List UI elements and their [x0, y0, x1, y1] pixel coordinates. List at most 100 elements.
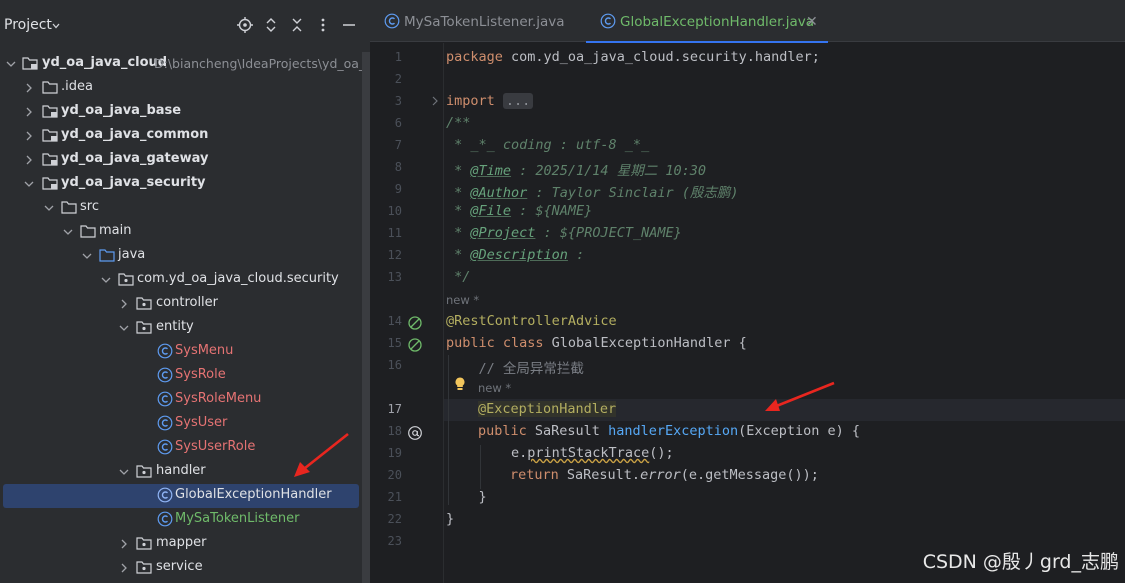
- tree-item-label: src: [80, 199, 99, 214]
- usage-hint[interactable]: new *: [446, 293, 479, 307]
- tree-item-entity[interactable]: entity: [0, 316, 362, 340]
- line-number: 19: [387, 446, 402, 460]
- tree-item-sysmenu[interactable]: SysMenu: [0, 340, 362, 364]
- package-name: com.yd_oa_java_cloud.security.handler;: [502, 49, 820, 65]
- tree-item-mysatokenlistener[interactable]: MySaTokenListener: [0, 508, 362, 532]
- line-number: 14: [387, 314, 402, 328]
- line-number: 10: [387, 204, 402, 218]
- method-call: printStackTrace: [527, 445, 650, 461]
- chevron-down-icon[interactable]: [119, 467, 129, 477]
- static-call: error: [640, 467, 681, 483]
- tree-item-service[interactable]: service: [0, 556, 362, 580]
- class-icon: [157, 415, 173, 431]
- class-icon: [157, 367, 173, 383]
- chevron-down-icon[interactable]: [101, 275, 111, 285]
- tree-item-label: main: [99, 223, 132, 238]
- chevron-down-icon[interactable]: [44, 203, 54, 213]
- line-number: 8: [394, 160, 402, 174]
- chevron-down-icon[interactable]: [63, 227, 73, 237]
- tree-item-label: SysRole: [175, 367, 226, 382]
- collapse-all-icon[interactable]: [288, 16, 306, 34]
- tree-item-src[interactable]: src: [0, 196, 362, 220]
- tree-item-label: yd_oa_java_cloud: [42, 55, 168, 70]
- project-view-selector[interactable]: Project: [4, 17, 52, 33]
- tab-globalexceptionhandler[interactable]: GlobalExceptionHandler.java ✕: [586, 0, 828, 43]
- chevron-down-icon[interactable]: [6, 59, 16, 69]
- watermark: CSDN @殷丿grd_志鹏: [922, 551, 1119, 573]
- tree-item-yd-oa-java-common[interactable]: yd_oa_java_common: [0, 124, 362, 148]
- folder-icon: [80, 225, 96, 238]
- folder-icon: [42, 81, 58, 94]
- module-folder-icon: [22, 57, 38, 70]
- line-number: 3: [394, 94, 402, 108]
- project-path: D:\biancheng\IdeaProjects\yd_oa_j: [154, 56, 362, 71]
- line-number: 23: [387, 534, 402, 548]
- chevron-down-icon[interactable]: [119, 323, 129, 333]
- tree-item-mapper[interactable]: mapper: [0, 532, 362, 556]
- class-declaration: GlobalExceptionHandler {: [543, 335, 747, 351]
- tree-item-label: yd_oa_java_base: [61, 103, 182, 118]
- chevron-down-icon[interactable]: [24, 179, 34, 189]
- spring-bean-icon[interactable]: [407, 315, 423, 331]
- tree-item-label: SysUser: [175, 415, 228, 430]
- fold-expand-icon[interactable]: [430, 96, 440, 106]
- tree-item-sysrolemenu[interactable]: SysRoleMenu: [0, 388, 362, 412]
- tree-item-main[interactable]: main: [0, 220, 362, 244]
- tree-item-java[interactable]: java: [0, 244, 362, 268]
- chevron-down-icon[interactable]: [52, 22, 60, 30]
- class-icon: [157, 511, 173, 527]
- source-folder-icon: [99, 249, 115, 262]
- tree-item-yd-oa-java-gateway[interactable]: yd_oa_java_gateway: [0, 148, 362, 172]
- at-sign-icon[interactable]: [407, 425, 423, 441]
- tree-item-package-security[interactable]: com.yd_oa_java_cloud.security: [0, 268, 362, 292]
- locate-icon[interactable]: [236, 16, 254, 34]
- module-folder-icon: [42, 105, 58, 118]
- indent-guide: [480, 445, 481, 489]
- doc-text: : ${NAME}: [511, 203, 593, 219]
- tree-item-sysrole[interactable]: SysRole: [0, 364, 362, 388]
- line-number: 1: [394, 50, 402, 64]
- doc-text: : 2025/1/14 星期二 10:30: [511, 163, 706, 179]
- chevron-right-icon[interactable]: [119, 563, 129, 573]
- tree-item-yd-oa-java-base[interactable]: yd_oa_java_base: [0, 100, 362, 124]
- keyword-public: public: [478, 423, 527, 439]
- class-icon: [600, 13, 616, 29]
- folded-imports[interactable]: ...: [502, 93, 534, 109]
- chevron-right-icon[interactable]: [24, 83, 34, 93]
- line-number: 16: [387, 358, 402, 372]
- method-name: handlerException: [608, 423, 739, 439]
- line-number: 9: [394, 182, 402, 196]
- tree-item-controller[interactable]: controller: [0, 292, 362, 316]
- doc-tag: @Author: [470, 185, 528, 201]
- keyword-import: import: [446, 93, 495, 109]
- chevron-right-icon[interactable]: [119, 299, 129, 309]
- close-icon[interactable]: ✕: [806, 14, 818, 30]
- project-tree: yd_oa_java_cloud D:\biancheng\IdeaProjec…: [0, 52, 362, 583]
- line-number: 13: [387, 270, 402, 284]
- line-number: 17: [387, 402, 402, 416]
- tab-mysatokenlistener[interactable]: MySaTokenListener.java: [370, 0, 582, 42]
- tree-item-yd-oa-java-security[interactable]: yd_oa_java_security: [0, 172, 362, 196]
- chevron-right-icon[interactable]: [119, 539, 129, 549]
- more-options-icon[interactable]: [314, 16, 332, 34]
- code-line-22: }: [446, 511, 455, 527]
- tree-scrollbar[interactable]: [362, 52, 370, 583]
- chevron-right-icon[interactable]: [24, 107, 34, 117]
- tree-item-idea[interactable]: .idea: [0, 76, 362, 100]
- doc-tag: @Description: [470, 247, 568, 263]
- tree-item-label: SysUserRole: [175, 439, 256, 454]
- tree-item-globalexceptionhandler[interactable]: GlobalExceptionHandler: [0, 484, 362, 508]
- tree-item-label: yd_oa_java_security: [61, 175, 206, 190]
- hide-panel-icon[interactable]: [340, 16, 358, 34]
- tree-item-yd-oa-java-cloud[interactable]: yd_oa_java_cloud D:\biancheng\IdeaProjec…: [0, 52, 362, 76]
- package-icon: [118, 273, 134, 286]
- chevron-down-icon[interactable]: [82, 251, 92, 261]
- chevron-right-icon[interactable]: [24, 155, 34, 165]
- doc-text: : ${PROJECT_NAME}: [535, 225, 682, 241]
- spring-bean-icon[interactable]: [407, 337, 423, 353]
- expand-all-icon[interactable]: [262, 16, 280, 34]
- code-line-10: * @File : ${NAME}: [446, 203, 593, 219]
- chevron-right-icon[interactable]: [24, 131, 34, 141]
- usage-hint[interactable]: new *: [478, 381, 511, 395]
- indent-guide: [448, 355, 449, 505]
